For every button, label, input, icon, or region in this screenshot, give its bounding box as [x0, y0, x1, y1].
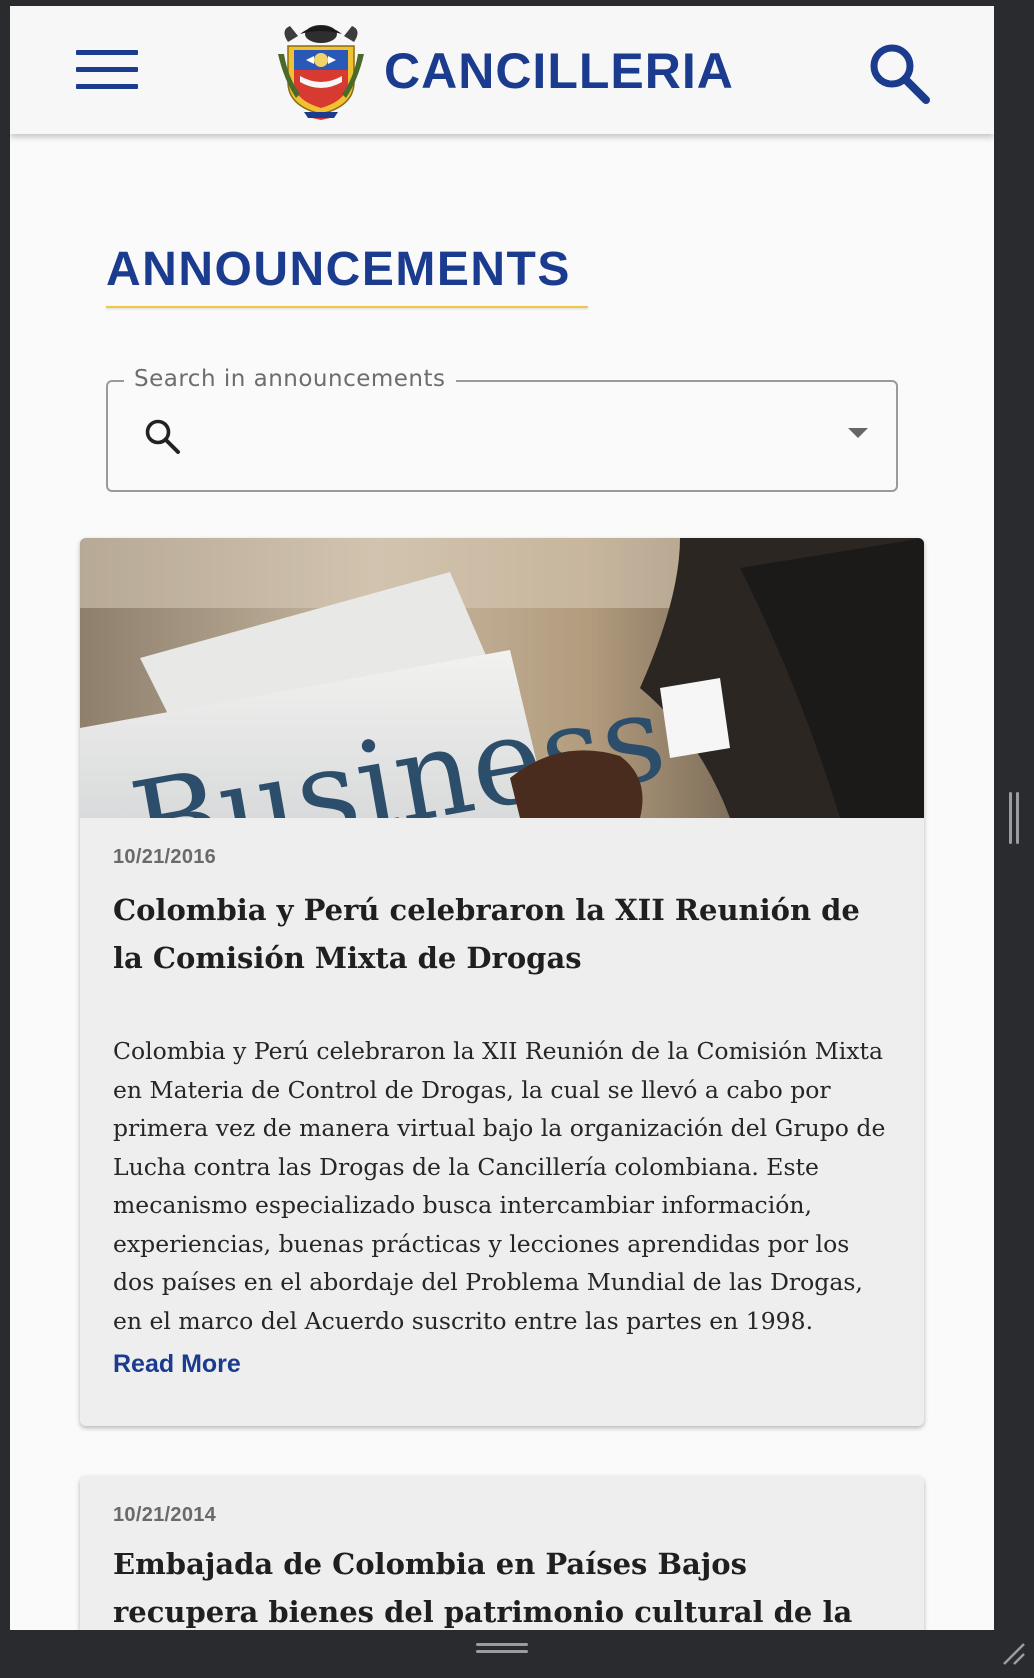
brand-name[interactable]: CANCILLERIA: [384, 42, 734, 100]
search-field-label: Search in announcements: [124, 366, 456, 392]
page-title: ANNOUNCEMENTS: [106, 243, 571, 296]
colombia-coat-of-arms-icon[interactable]: [276, 20, 366, 120]
magnifier-icon: [142, 416, 182, 456]
browser-viewport: CANCILLERIA ANNOUNCEMENTS Search in anno…: [10, 6, 994, 1630]
announcement-card: Business 10/21/2016 Colombia y Perú cele…: [80, 538, 924, 1426]
site-header: CANCILLERIA: [10, 6, 994, 134]
magnifier-icon: [870, 44, 930, 104]
menu-bar: [76, 67, 138, 72]
announcement-date: 10/21/2016: [113, 846, 217, 868]
announcement-card: 10/21/2014 Embajada de Colombia en Paíse…: [80, 1476, 924, 1630]
menu-bar: [76, 50, 138, 55]
announcement-image: Business: [80, 538, 924, 897]
announcement-search-field[interactable]: Search in announcements: [106, 366, 898, 492]
hamburger-menu-button[interactable]: [76, 50, 138, 94]
announcement-title[interactable]: Colombia y Perú celebraron la XII Reunió…: [113, 886, 873, 982]
resize-grip-icon[interactable]: [1000, 1640, 1026, 1666]
read-more-link[interactable]: Read More: [113, 1350, 241, 1379]
side-resize-handle[interactable]: [1008, 792, 1020, 844]
header-search-button[interactable]: [866, 40, 934, 108]
announcement-title[interactable]: Embajada de Colombia en Países Bajos rec…: [113, 1540, 873, 1630]
menu-bar: [76, 84, 138, 89]
bottom-drag-handle[interactable]: [476, 1643, 528, 1655]
search-input[interactable]: [198, 408, 798, 464]
title-underline: [106, 306, 588, 308]
caret-down-icon[interactable]: [848, 428, 868, 438]
announcement-body: Colombia y Perú celebraron la XII Reunió…: [113, 1037, 886, 1335]
announcement-date: 10/21/2014: [113, 1504, 217, 1526]
